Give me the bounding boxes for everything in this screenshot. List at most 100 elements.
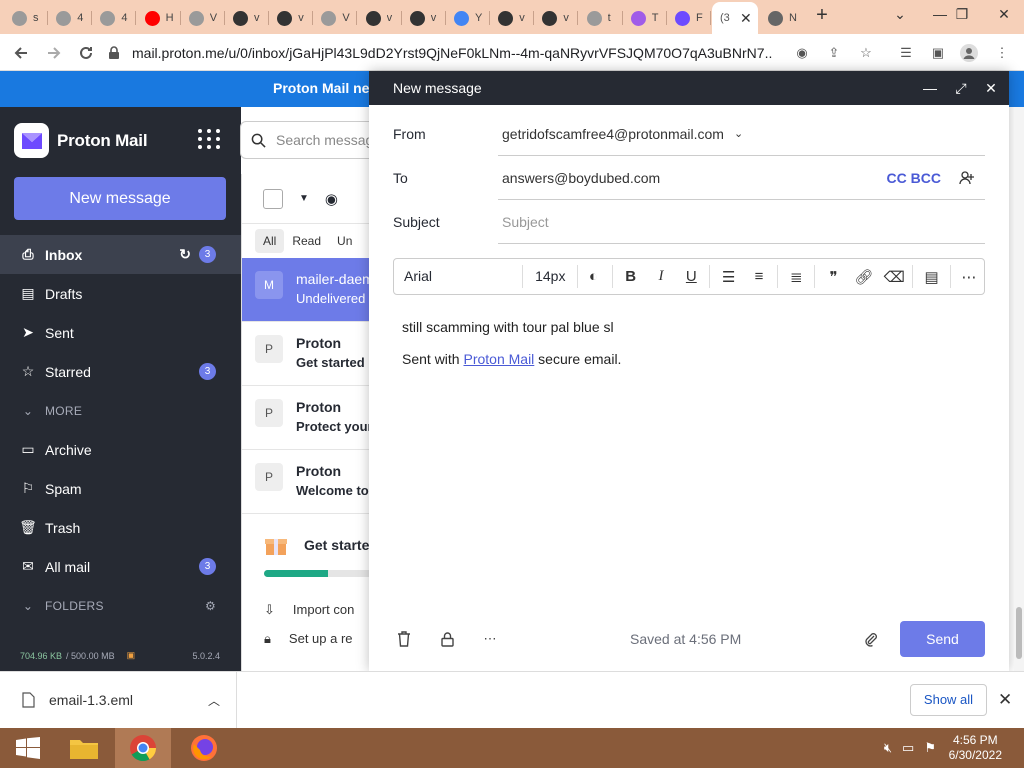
firefox-icon[interactable] xyxy=(176,728,232,768)
browser-tab[interactable]: s xyxy=(4,5,48,31)
brand-logo[interactable]: Proton Mail xyxy=(14,123,148,158)
chrome-icon[interactable] xyxy=(115,728,171,768)
apps-grid-icon[interactable] xyxy=(198,129,221,149)
from-select[interactable]: getridofscamfree4@protonmail.com ⌄ xyxy=(498,112,985,156)
file-explorer-icon[interactable] xyxy=(56,728,112,768)
restore-window-icon[interactable]: ❐ xyxy=(942,0,982,28)
delete-draft-icon[interactable] xyxy=(393,628,415,650)
add-contact-icon[interactable] xyxy=(959,170,975,186)
gift-icon[interactable]: ▣ xyxy=(127,650,136,661)
refresh-icon[interactable]: ↻ xyxy=(179,246,191,263)
browser-tab[interactable]: v xyxy=(225,5,269,31)
more-actions-icon[interactable]: ⋯ xyxy=(479,628,501,650)
sidebar-item-spam[interactable]: ⚐ Spam xyxy=(0,469,241,508)
send-button[interactable]: Send xyxy=(900,621,985,657)
cc-bcc-button[interactable]: CC BCC xyxy=(887,170,941,186)
sidebar-item-all-mail[interactable]: ✉ All mail 3 xyxy=(0,547,241,586)
expand-icon[interactable]: ⤢ xyxy=(953,80,969,96)
browser-tab[interactable]: v xyxy=(269,5,314,31)
browser-tab[interactable]: 4 xyxy=(92,5,137,31)
tip-recovery[interactable]: 🔒︎ Set up a re xyxy=(264,624,371,653)
chevron-up-icon[interactable]: ︿ xyxy=(208,692,220,709)
more-options-icon[interactable]: ⋯ xyxy=(954,265,984,288)
browser-tab[interactable]: Y xyxy=(446,5,490,31)
attachment-paperclip-icon[interactable] xyxy=(863,631,879,647)
search-input[interactable]: Search messag xyxy=(240,121,380,159)
sidebar-item-starred[interactable]: ☆ Starred 3 xyxy=(0,352,241,391)
close-window-icon[interactable]: ✕ xyxy=(984,0,1024,28)
list-item[interactable]: P Proton Welcome to xyxy=(242,450,371,514)
list-item[interactable]: P Proton Get started xyxy=(242,322,371,386)
forward-icon[interactable] xyxy=(43,42,65,64)
download-item[interactable]: email-1.3.eml ︿ xyxy=(0,672,237,728)
browser-tab[interactable]: V xyxy=(181,5,225,31)
browser-tab[interactable]: F xyxy=(667,5,711,31)
sidebar-item-inbox[interactable]: ⎙ Inbox ↻ 3 xyxy=(0,235,241,274)
browser-tab[interactable]: T xyxy=(623,5,667,31)
select-dropdown-icon[interactable]: ▼ xyxy=(299,193,309,204)
side-panel-icon[interactable]: ▣ xyxy=(928,43,948,63)
browser-tab[interactable]: v xyxy=(358,5,402,31)
browser-tab[interactable]: 4 xyxy=(48,5,93,31)
network-icon[interactable]: ▭ xyxy=(902,740,914,756)
bullet-list-icon[interactable]: ☰ xyxy=(713,265,743,288)
select-all-checkbox[interactable] xyxy=(263,188,283,209)
list-item[interactable]: Mmailer-daem Undelivered xyxy=(242,258,374,322)
italic-icon[interactable]: I xyxy=(646,265,676,288)
page-scrollbar[interactable] xyxy=(1014,107,1024,671)
tab-search-icon[interactable]: ⌄ xyxy=(880,0,920,28)
new-tab-button[interactable]: + xyxy=(812,5,832,26)
list-item[interactable]: P Proton Protect your xyxy=(242,386,373,450)
align-left-icon[interactable]: ≣ xyxy=(781,265,811,288)
filter-all[interactable]: All xyxy=(255,229,285,253)
new-message-button[interactable]: New message xyxy=(14,177,226,220)
proton-mail-link[interactable]: Proton Mail xyxy=(463,351,534,367)
to-field[interactable]: answers@boydubed.com CC BCC xyxy=(498,156,985,200)
browser-tab[interactable]: v xyxy=(490,5,535,31)
sidebar-item-sent[interactable]: ➤ Sent xyxy=(0,313,241,352)
bookmark-star-icon[interactable]: ☆ xyxy=(856,43,876,63)
bold-icon[interactable]: B xyxy=(616,265,646,288)
browser-tab[interactable]: v xyxy=(534,5,579,31)
scrollbar-thumb[interactable] xyxy=(1016,607,1022,659)
tab-active[interactable]: (3 ✕ xyxy=(712,2,758,34)
message-body[interactable]: still scamming with tour pal blue sl Sen… xyxy=(402,319,621,383)
clear-format-eraser-icon[interactable]: ⌫ xyxy=(879,265,909,288)
eye-slash-icon[interactable]: ◉ xyxy=(792,43,812,63)
browser-tab[interactable]: V xyxy=(313,5,358,31)
windows-start-icon[interactable] xyxy=(0,728,56,768)
sidebar-item-archive[interactable]: ▭ Archive xyxy=(0,430,241,469)
close-downloads-icon[interactable]: ✕ xyxy=(998,690,1012,710)
insert-image-icon[interactable]: ▤ xyxy=(916,265,946,288)
font-size-select[interactable]: 14px xyxy=(523,265,579,288)
sidebar-item-folders[interactable]: ⌄ FOLDERS ⚙ xyxy=(0,586,241,625)
sidebar-item-more[interactable]: ⌄ MORE xyxy=(0,391,241,430)
tab[interactable]: N xyxy=(760,5,804,31)
close-icon[interactable]: ✕ xyxy=(983,80,999,96)
share-icon[interactable]: ⇪ xyxy=(824,43,844,63)
font-family-select[interactable]: Arial xyxy=(394,265,524,288)
sidebar-item-trash[interactable]: 🗑︎ Trash xyxy=(0,508,241,547)
system-clock[interactable]: 4:56 PM 6/30/2022 xyxy=(949,733,1002,763)
subject-input[interactable]: Subject xyxy=(498,200,985,244)
volume-muted-icon[interactable]: 🔇︎ xyxy=(884,740,892,756)
browser-tab[interactable]: t xyxy=(579,5,623,31)
underline-icon[interactable]: U xyxy=(676,265,706,288)
back-icon[interactable] xyxy=(10,42,32,64)
browser-tab[interactable]: v xyxy=(402,5,446,31)
close-tab-icon[interactable]: ✕ xyxy=(740,10,752,27)
address-bar[interactable]: mail.proton.me/u/0/inbox/jGaHjPl43L9dD2Y… xyxy=(108,39,888,67)
browser-menu-icon[interactable]: ⋮ xyxy=(992,43,1012,63)
reading-list-icon[interactable]: ☰ xyxy=(896,43,916,63)
notifications-icon[interactable]: ⚑ xyxy=(924,740,936,756)
numbered-list-icon[interactable]: ≡ xyxy=(744,265,774,288)
reload-icon[interactable] xyxy=(75,42,97,64)
tip-import[interactable]: ⇩ Import con xyxy=(264,595,371,624)
read-toggle-eye-icon[interactable]: ◉ xyxy=(325,190,338,208)
sidebar-item-drafts[interactable]: ▤ Drafts xyxy=(0,274,241,313)
minimize-icon[interactable]: — xyxy=(922,80,938,96)
profile-avatar-icon[interactable] xyxy=(959,43,979,63)
filter-read[interactable]: Read xyxy=(284,229,329,253)
quote-icon[interactable]: ❞ xyxy=(818,265,848,288)
encryption-lock-icon[interactable] xyxy=(436,628,458,650)
